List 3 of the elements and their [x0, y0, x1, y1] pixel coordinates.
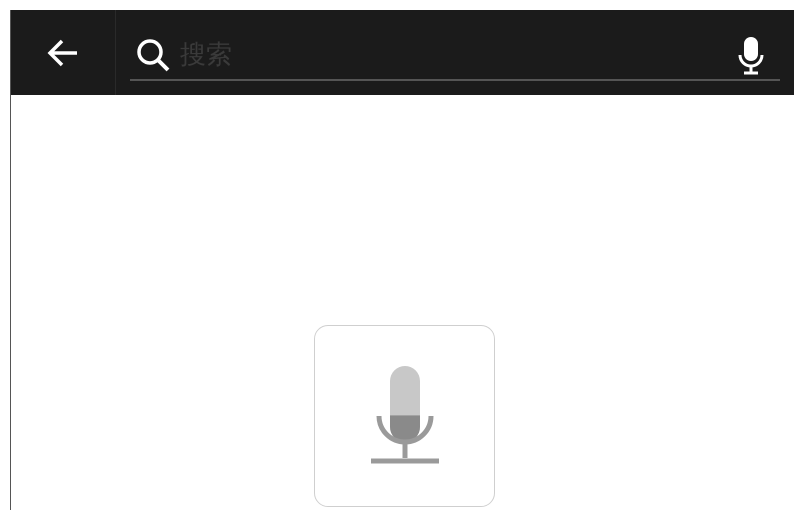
microphone-icon — [368, 366, 441, 464]
microphone-icon[interactable] — [736, 34, 766, 76]
voice-input-button[interactable] — [314, 325, 495, 507]
